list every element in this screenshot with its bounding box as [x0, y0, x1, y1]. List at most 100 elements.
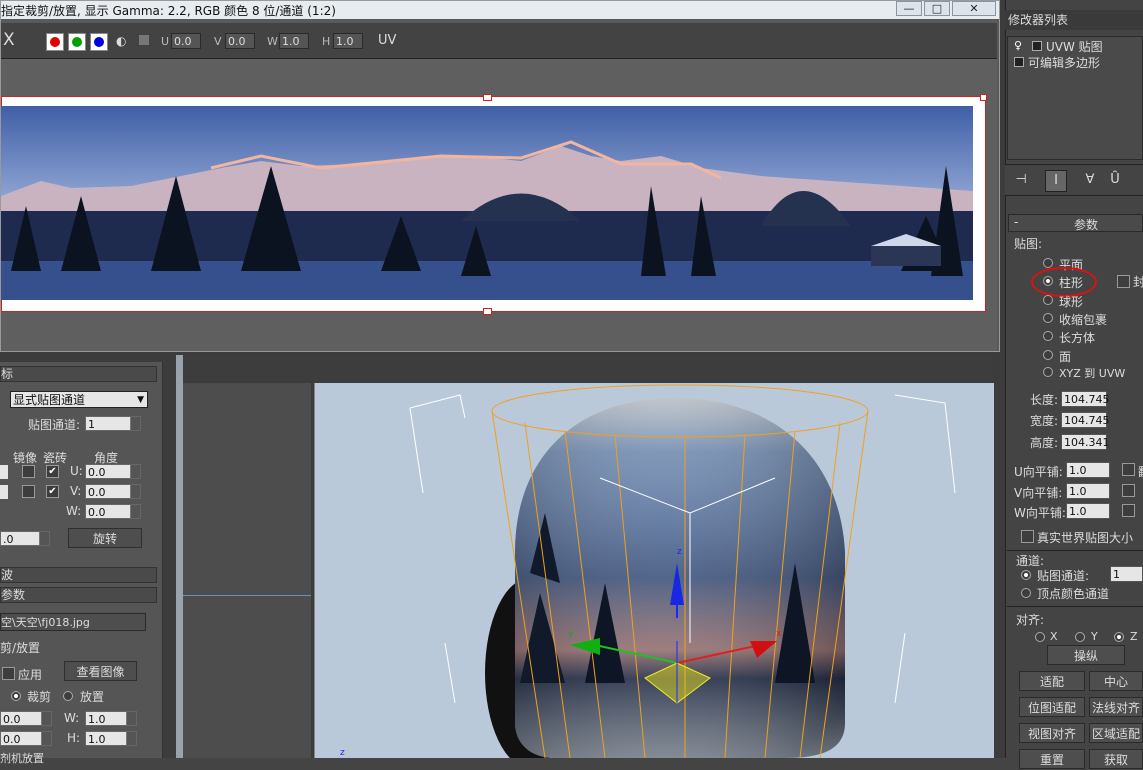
u-spinner[interactable]: 0.0	[171, 33, 201, 49]
offset-u-spinner-edge[interactable]	[0, 465, 8, 479]
real-world-checkbox[interactable]	[1021, 530, 1034, 543]
red-channel-button[interactable]	[46, 33, 64, 51]
view-align-button[interactable]: 视图对齐	[1019, 723, 1085, 743]
v-spinner[interactable]: 0.0	[225, 33, 255, 49]
crop-h-spinner[interactable]: 1.0	[85, 731, 137, 746]
map-channel-radio[interactable]	[1021, 570, 1031, 580]
map-channel-spinner[interactable]: 1	[85, 416, 141, 431]
blur-spinner[interactable]: .0	[0, 531, 50, 546]
map-channel-label: 贴图通道:	[1037, 569, 1090, 583]
expand-icon[interactable]	[1032, 41, 1042, 51]
align-group-label: 对齐:	[1016, 613, 1045, 627]
mapping-box-radio[interactable]	[1043, 331, 1053, 341]
cap-checkbox[interactable]	[1117, 275, 1130, 288]
mirror-u-checkbox[interactable]	[22, 465, 35, 478]
green-channel-button[interactable]	[68, 33, 86, 51]
make-unique-icon[interactable]: ∀	[1080, 170, 1100, 190]
parameters-rollout-header[interactable]: - 参数	[1008, 214, 1143, 232]
w-tile-spinner[interactable]: 1.0	[1066, 503, 1110, 519]
u-tile-spinner[interactable]: 1.0	[1066, 462, 1110, 478]
align-z-radio[interactable]	[1114, 632, 1124, 642]
crop-handle-corner[interactable]	[980, 94, 987, 101]
viewport-left-pane[interactable]	[183, 383, 311, 758]
map-channel-dropdown[interactable]: 显式贴图通道 ▼	[10, 391, 148, 408]
mapping-planar-radio[interactable]	[1043, 258, 1053, 268]
mapping-face-radio[interactable]	[1043, 350, 1053, 360]
maximize-button[interactable]: □	[924, 1, 950, 16]
height-spinner[interactable]: 104.341	[1061, 434, 1110, 450]
align-y-label: Y	[1091, 630, 1098, 643]
viewport-splitter[interactable]	[176, 355, 183, 758]
v-tile-spinner[interactable]: 1.0	[1066, 483, 1110, 499]
w-flip-checkbox[interactable]	[1122, 504, 1135, 517]
crop-handle-top[interactable]	[483, 94, 492, 101]
v-tile-label: V向平铺:	[1014, 486, 1063, 500]
rollout-coordinates-header[interactable]: 标	[0, 366, 157, 382]
u-flip-checkbox[interactable]	[1122, 463, 1135, 476]
mapping-shrinkwrap-radio[interactable]	[1043, 313, 1053, 323]
center-button[interactable]: 中心	[1089, 671, 1143, 691]
close-button[interactable]: ✕	[952, 1, 996, 16]
w-angle-spinner[interactable]: 0.0	[85, 504, 141, 519]
show-end-result-icon[interactable]: Ⅰ	[1045, 170, 1067, 192]
place-radio[interactable]	[63, 691, 73, 701]
fit-button[interactable]: 适配	[1019, 671, 1085, 691]
pin-stack-icon[interactable]: ⊣	[1011, 170, 1031, 190]
lightbulb-icon[interactable]: ♀	[1014, 39, 1022, 52]
viewport-axis-z-label: z	[340, 748, 345, 758]
mirror-v-checkbox[interactable]	[22, 485, 35, 498]
vertex-color-radio[interactable]	[1021, 588, 1031, 598]
h-spinner[interactable]: 1.0	[333, 33, 363, 49]
mapping-xyz-uvw-radio[interactable]	[1043, 367, 1053, 377]
manipulate-button[interactable]: 操纵	[1047, 645, 1125, 665]
modifier-stack[interactable]: ♀ UVW 贴图 可编辑多边形	[1007, 36, 1143, 160]
bitmap-path-button[interactable]: 空\天空\fj018.jpg	[0, 613, 146, 631]
minimize-button[interactable]: —	[896, 1, 922, 16]
rotate-button[interactable]: 旋转	[68, 528, 142, 548]
remove-modifier-icon[interactable]: Ȗ	[1105, 170, 1125, 190]
close-crop-icon[interactable]: X	[3, 30, 15, 50]
crop-radio[interactable]	[11, 691, 21, 701]
crop-place-dialog: 指定裁剪/放置, 显示 Gamma: 2.2, RGB 颜色 8 位/通道 (1…	[0, 0, 1000, 352]
mapping-box-label: 长方体	[1059, 331, 1096, 345]
offset-v-spinner-edge[interactable]	[0, 485, 8, 499]
chevron-down-icon: ▼	[137, 395, 144, 405]
crop-w-spinner[interactable]: 1.0	[85, 711, 137, 726]
modifier-list-dropdown[interactable]: 修改器列表	[1005, 10, 1143, 30]
alpha-channel-icon[interactable]: ◐	[116, 34, 126, 48]
align-x-radio[interactable]	[1035, 632, 1045, 642]
u-angle-spinner[interactable]: 0.0	[85, 464, 141, 479]
reset-button[interactable]: 重置	[1019, 749, 1085, 769]
bitmap-fit-button[interactable]: 位图适配	[1019, 697, 1085, 717]
tile-u-checkbox[interactable]: ✔	[46, 465, 59, 478]
stack-item-uvw-map[interactable]: UVW 贴图	[1046, 38, 1103, 55]
v-angle-spinner[interactable]: 0.0	[85, 484, 141, 499]
length-spinner[interactable]: 104.745	[1061, 391, 1110, 407]
perspective-viewport[interactable]: z y x z	[314, 383, 994, 758]
mapping-spherical-radio[interactable]	[1043, 295, 1053, 305]
crop-u-spinner[interactable]: 0.0	[0, 711, 52, 726]
blue-channel-button[interactable]	[90, 33, 108, 51]
view-image-button[interactable]: 查看图像	[64, 661, 137, 681]
normal-align-button[interactable]: 法线对齐	[1089, 697, 1143, 717]
region-fit-button[interactable]: 区域适配	[1089, 723, 1143, 743]
tile-v-checkbox[interactable]: ✔	[46, 485, 59, 498]
dialog-titlebar[interactable]: 指定裁剪/放置, 显示 Gamma: 2.2, RGB 颜色 8 位/通道 (1…	[1, 1, 999, 19]
map-channel-spinner[interactable]: 1	[1110, 566, 1143, 582]
crop-v-spinner[interactable]: 0.0	[0, 731, 52, 746]
apply-checkbox[interactable]	[2, 667, 15, 680]
crop-handle-bottom[interactable]	[483, 308, 492, 315]
rollout-noise-header[interactable]: 波	[0, 567, 157, 583]
align-y-radio[interactable]	[1075, 632, 1085, 642]
expand-icon[interactable]	[1014, 57, 1024, 67]
uv-toggle[interactable]: UV	[378, 33, 396, 48]
stack-item-editable-poly[interactable]: 可编辑多边形	[1028, 54, 1100, 71]
mono-icon[interactable]	[139, 35, 149, 45]
rollout-bitmap-params-header[interactable]: 参数	[0, 587, 157, 603]
width-spinner[interactable]: 104.745	[1061, 412, 1110, 428]
v-flip-checkbox[interactable]	[1122, 484, 1135, 497]
bitmap-path-text: 空\天空\fj018.jpg	[1, 616, 90, 629]
flip-label: 翻	[1138, 463, 1143, 480]
w-spinner[interactable]: 1.0	[279, 33, 309, 49]
acquire-button[interactable]: 获取	[1089, 749, 1143, 769]
